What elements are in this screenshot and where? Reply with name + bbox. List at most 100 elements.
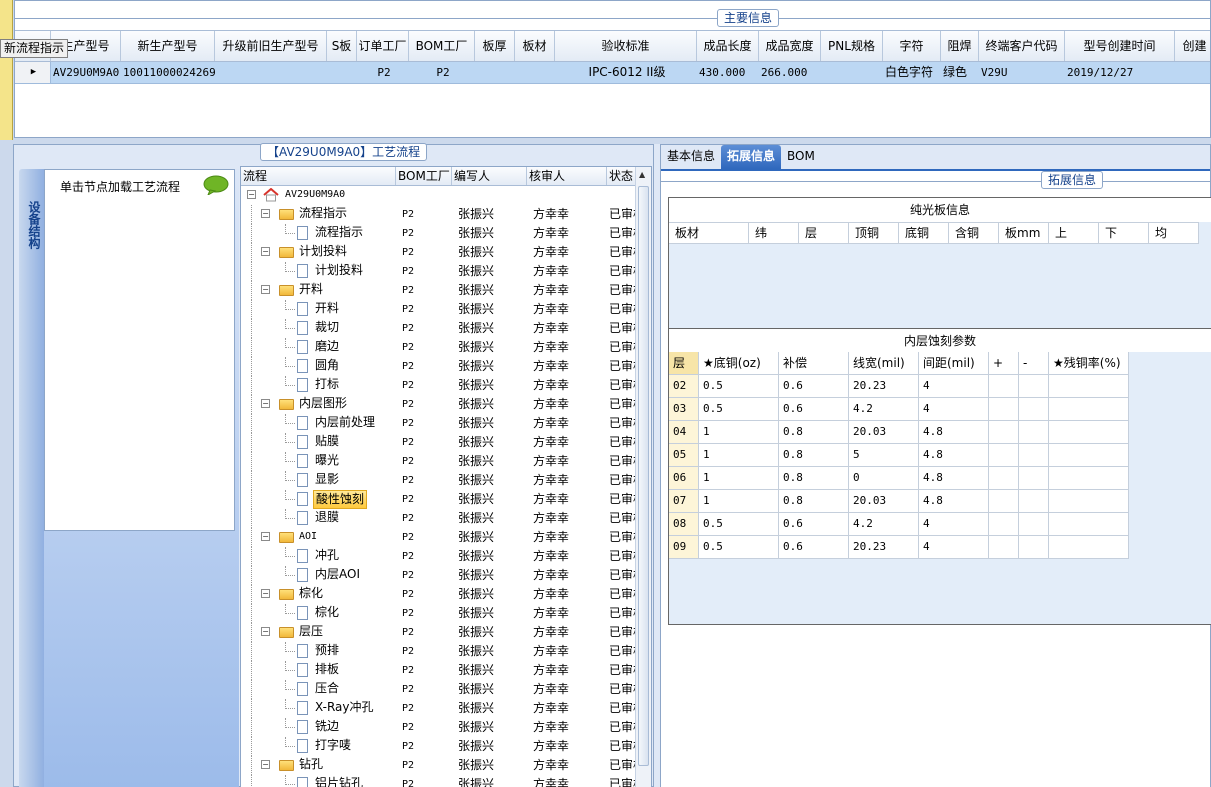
etch-cell[interactable]: 0.5: [699, 398, 779, 421]
etch-cell[interactable]: 4.2: [849, 398, 919, 421]
etch-cell[interactable]: 4.2: [849, 513, 919, 536]
column-header[interactable]: 终端客户代码: [979, 31, 1065, 61]
etch-cell[interactable]: [1049, 490, 1129, 513]
tree-item-row[interactable]: 裁切P2张振兴方幸幸已审核: [241, 319, 651, 338]
side-tab-equipment[interactable]: 设备结构: [19, 169, 45, 787]
tree-item-row[interactable]: 计划投料P2张振兴方幸幸已审核: [241, 262, 651, 281]
etch-cell[interactable]: [1019, 467, 1049, 490]
tree-item-row[interactable]: 排板P2张振兴方幸幸已审核: [241, 661, 651, 680]
tree-item-row[interactable]: 铣边P2张振兴方幸幸已审核: [241, 718, 651, 737]
tree-folder-row[interactable]: −AOIP2张振兴方幸幸已审核: [241, 528, 651, 547]
column-header[interactable]: 创建: [1175, 31, 1211, 61]
tree-item-row[interactable]: 退膜P2张振兴方幸幸已审核: [241, 509, 651, 528]
etch-cell[interactable]: [1019, 421, 1049, 444]
main-info-cell[interactable]: P2: [357, 62, 409, 83]
etch-cell[interactable]: 1: [699, 467, 779, 490]
tree-root-row[interactable]: − AV29U0M9A0: [241, 186, 651, 205]
scroll-up-icon[interactable]: ▲: [639, 170, 645, 179]
column-header[interactable]: 型号创建时间: [1065, 31, 1175, 61]
tree-item-row[interactable]: 酸性蚀刻P2张振兴方幸幸已审核: [241, 490, 651, 509]
collapse-toggle-icon[interactable]: −: [261, 399, 270, 408]
tree-column-header[interactable]: 流程: [241, 167, 396, 185]
main-info-cell[interactable]: 2019/12/27: [1065, 62, 1175, 83]
etch-cell[interactable]: 07: [669, 490, 699, 513]
column-header[interactable]: 字符: [883, 31, 941, 61]
column-header[interactable]: 成品长度: [697, 31, 759, 61]
collapse-toggle-icon[interactable]: −: [261, 285, 270, 294]
etch-cell[interactable]: [1019, 444, 1049, 467]
etch-cell[interactable]: [989, 467, 1019, 490]
column-header[interactable]: PNL规格: [821, 31, 883, 61]
main-info-cell[interactable]: AV29U0M9A0: [51, 62, 121, 83]
pure-column-header[interactable]: 板mm: [999, 222, 1049, 244]
etch-cell[interactable]: 4: [919, 536, 989, 559]
pure-column-header[interactable]: 层: [799, 222, 849, 244]
etch-column-header[interactable]: -: [1019, 352, 1049, 375]
etch-cell[interactable]: [1049, 467, 1129, 490]
etch-cell[interactable]: 1: [699, 421, 779, 444]
tree-item-row[interactable]: 铝片钻孔P2张振兴方幸幸已审核: [241, 775, 651, 787]
column-header[interactable]: 成品宽度: [759, 31, 821, 61]
etch-column-header[interactable]: 层: [669, 352, 699, 375]
etch-cell[interactable]: [1049, 513, 1129, 536]
column-header[interactable]: 板厚: [475, 31, 515, 61]
etch-column-header[interactable]: +: [989, 352, 1019, 375]
tree-item-row[interactable]: 贴膜P2张振兴方幸幸已审核: [241, 433, 651, 452]
etch-column-header[interactable]: 补偿: [779, 352, 849, 375]
pure-column-header[interactable]: 含铜: [949, 222, 999, 244]
etch-cell[interactable]: 20.03: [849, 421, 919, 444]
column-header[interactable]: 订单工厂: [357, 31, 409, 61]
etch-cell[interactable]: [1049, 536, 1129, 559]
etch-cell[interactable]: 20.23: [849, 536, 919, 559]
etch-cell[interactable]: 0.8: [779, 490, 849, 513]
tree-item-row[interactable]: 内层前处理P2张振兴方幸幸已审核: [241, 414, 651, 433]
etch-cell[interactable]: 06: [669, 467, 699, 490]
etch-cell[interactable]: [1019, 536, 1049, 559]
tree-item-row[interactable]: X-Ray冲孔P2张振兴方幸幸已审核: [241, 699, 651, 718]
collapse-toggle-icon[interactable]: −: [261, 247, 270, 256]
etch-column-header[interactable]: 线宽(mil): [849, 352, 919, 375]
etch-column-header[interactable]: 间距(mil): [919, 352, 989, 375]
etch-cell[interactable]: 5: [849, 444, 919, 467]
etch-row[interactable]: 03 0.5 0.6 4.2 4: [669, 398, 1129, 421]
tree-folder-row[interactable]: −钻孔P2张振兴方幸幸已审核: [241, 756, 651, 775]
tree-folder-row[interactable]: −棕化P2张振兴方幸幸已审核: [241, 585, 651, 604]
tab-ext-info[interactable]: 拓展信息: [721, 145, 782, 169]
tree-column-header[interactable]: 编写人: [452, 167, 527, 185]
column-header[interactable]: 板材: [515, 31, 555, 61]
pure-column-header[interactable]: 底铜: [899, 222, 949, 244]
tree-folder-row[interactable]: −开料P2张振兴方幸幸已审核: [241, 281, 651, 300]
etch-cell[interactable]: 08: [669, 513, 699, 536]
etch-cell[interactable]: 09: [669, 536, 699, 559]
etch-cell[interactable]: [1019, 375, 1049, 398]
tree-item-row[interactable]: 开料P2张振兴方幸幸已审核: [241, 300, 651, 319]
etch-cell[interactable]: 04: [669, 421, 699, 444]
etch-cell[interactable]: [989, 490, 1019, 513]
tab-basic-info[interactable]: 基本信息: [661, 145, 721, 169]
etch-cell[interactable]: 4: [919, 513, 989, 536]
column-header[interactable]: 新生产型号: [121, 31, 215, 61]
tree-item-row[interactable]: 打标P2张振兴方幸幸已审核: [241, 376, 651, 395]
etch-column-header[interactable]: ★残铜率(%): [1049, 352, 1129, 375]
pure-column-header[interactable]: 顶铜: [849, 222, 899, 244]
pure-column-header[interactable]: 下: [1099, 222, 1149, 244]
etch-row[interactable]: 08 0.5 0.6 4.2 4: [669, 513, 1129, 536]
pure-column-header[interactable]: 板材: [669, 222, 749, 244]
etch-cell[interactable]: 02: [669, 375, 699, 398]
column-header[interactable]: BOM工厂: [409, 31, 475, 61]
main-info-row[interactable]: ▶ AV29U0M9A0 10011000024269 P2 P2 IPC-6012 II…: [15, 62, 1210, 84]
etch-row[interactable]: 07 1 0.8 20.03 4.8: [669, 490, 1129, 513]
etch-cell[interactable]: 4.8: [919, 444, 989, 467]
pure-column-header[interactable]: 上: [1049, 222, 1099, 244]
tree-item-row[interactable]: 棕化P2张振兴方幸幸已审核: [241, 604, 651, 623]
etch-row[interactable]: 05 1 0.8 5 4.8: [669, 444, 1129, 467]
etch-cell[interactable]: 0.8: [779, 421, 849, 444]
etch-cell[interactable]: [989, 444, 1019, 467]
main-info-cell[interactable]: [821, 62, 883, 83]
etch-cell[interactable]: [1049, 444, 1129, 467]
etch-cell[interactable]: [1049, 421, 1129, 444]
etch-row[interactable]: 04 1 0.8 20.03 4.8: [669, 421, 1129, 444]
tree-item-row[interactable]: 磨边P2张振兴方幸幸已审核: [241, 338, 651, 357]
tree-item-row[interactable]: 曝光P2张振兴方幸幸已审核: [241, 452, 651, 471]
etch-cell[interactable]: 0: [849, 467, 919, 490]
